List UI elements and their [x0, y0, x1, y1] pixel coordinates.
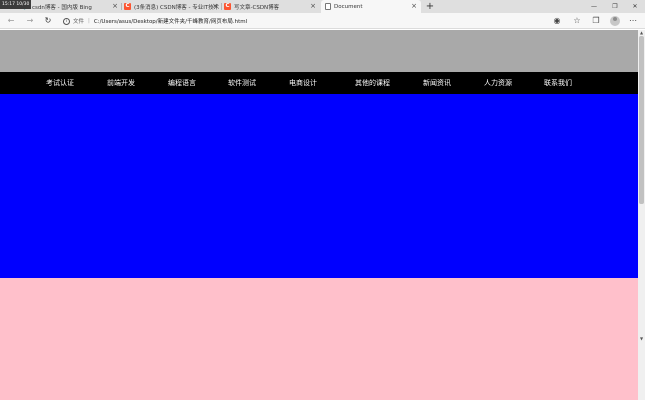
- nav-item-news[interactable]: 新闻资讯: [423, 72, 451, 94]
- profile-avatar[interactable]: [610, 16, 620, 26]
- tab-separator: [121, 3, 122, 10]
- tab-separator: [221, 3, 222, 10]
- forward-arrow-icon[interactable]: →: [24, 15, 36, 27]
- page-header: [0, 30, 638, 72]
- banner-section: [0, 94, 638, 278]
- nav-item-other-courses[interactable]: 其他的课程: [355, 72, 390, 94]
- collections-icon[interactable]: ❐: [590, 15, 602, 27]
- nav-item-contact[interactable]: 联系我们: [544, 72, 572, 94]
- scroll-thumb[interactable]: [639, 36, 644, 204]
- tab-bing[interactable]: csdn博客 - 国内版 Bing ×: [22, 0, 122, 13]
- more-menu-icon[interactable]: ⋯: [627, 15, 639, 27]
- tab-document[interactable]: Document ×: [321, 0, 421, 13]
- tab-csdn-home[interactable]: C (3条消息) CSDN博客 - 专业IT技术 ×: [124, 0, 222, 13]
- nav-item-frontend[interactable]: 前端开发: [107, 72, 135, 94]
- info-icon[interactable]: i: [63, 17, 70, 25]
- close-tab-icon[interactable]: ×: [310, 2, 316, 11]
- nav-item-testing[interactable]: 软件测试: [228, 72, 256, 94]
- tracking-prevention-icon[interactable]: ◉: [551, 15, 563, 27]
- page-viewport: 考试认证 前端开发 编程语言 软件测试 电商设计 其他的课程 新闻资讯 人力资源…: [0, 30, 638, 400]
- address-divider: |: [88, 18, 90, 24]
- close-tab-icon[interactable]: ×: [411, 2, 417, 11]
- nav-item-exam-cert[interactable]: 考试认证: [46, 72, 74, 94]
- refresh-icon[interactable]: ↻: [42, 15, 54, 27]
- clock-overlay: 15:17 10/30: [0, 0, 32, 9]
- minimize-button[interactable]: —: [584, 0, 604, 13]
- vertical-scrollbar[interactable]: ▲ ▼: [638, 30, 645, 400]
- content-section: [0, 278, 638, 400]
- nav-item-programming[interactable]: 编程语言: [168, 72, 196, 94]
- nav-item-ecommerce[interactable]: 电商设计: [289, 72, 317, 94]
- tab-strip: 15:17 10/30 csdn博客 - 国内版 Bing × C (3条消息)…: [0, 0, 645, 13]
- favorites-star-icon[interactable]: ☆: [571, 15, 583, 27]
- address-url[interactable]: C:/Users/asus/Desktop/新建文件夹/千峰教育/网页布局.ht…: [94, 17, 247, 25]
- nav-item-hr[interactable]: 人力资源: [484, 72, 512, 94]
- tab-csdn-write[interactable]: C 写文章-CSDN博客 ×: [224, 0, 320, 13]
- maximize-button[interactable]: ❐: [605, 0, 625, 13]
- csdn-icon: C: [224, 3, 231, 10]
- scroll-down-icon[interactable]: ▼: [638, 336, 645, 342]
- security-label: 文件: [73, 19, 85, 25]
- close-tab-icon[interactable]: ×: [212, 2, 218, 11]
- back-arrow-icon[interactable]: ←: [5, 15, 17, 27]
- address-bar[interactable]: i 文件 | C:/Users/asus/Desktop/新建文件夹/千峰教育/…: [63, 15, 543, 27]
- close-tab-icon[interactable]: ×: [112, 2, 118, 11]
- main-nav: 考试认证 前端开发 编程语言 软件测试 电商设计 其他的课程 新闻资讯 人力资源…: [0, 72, 638, 94]
- document-icon: [325, 3, 331, 10]
- new-tab-button[interactable]: +: [424, 0, 436, 13]
- close-window-button[interactable]: ✕: [625, 0, 645, 13]
- browser-toolbar: ← → ↻ i 文件 | C:/Users/asus/Desktop/新建文件夹…: [0, 13, 645, 29]
- csdn-icon: C: [124, 3, 131, 10]
